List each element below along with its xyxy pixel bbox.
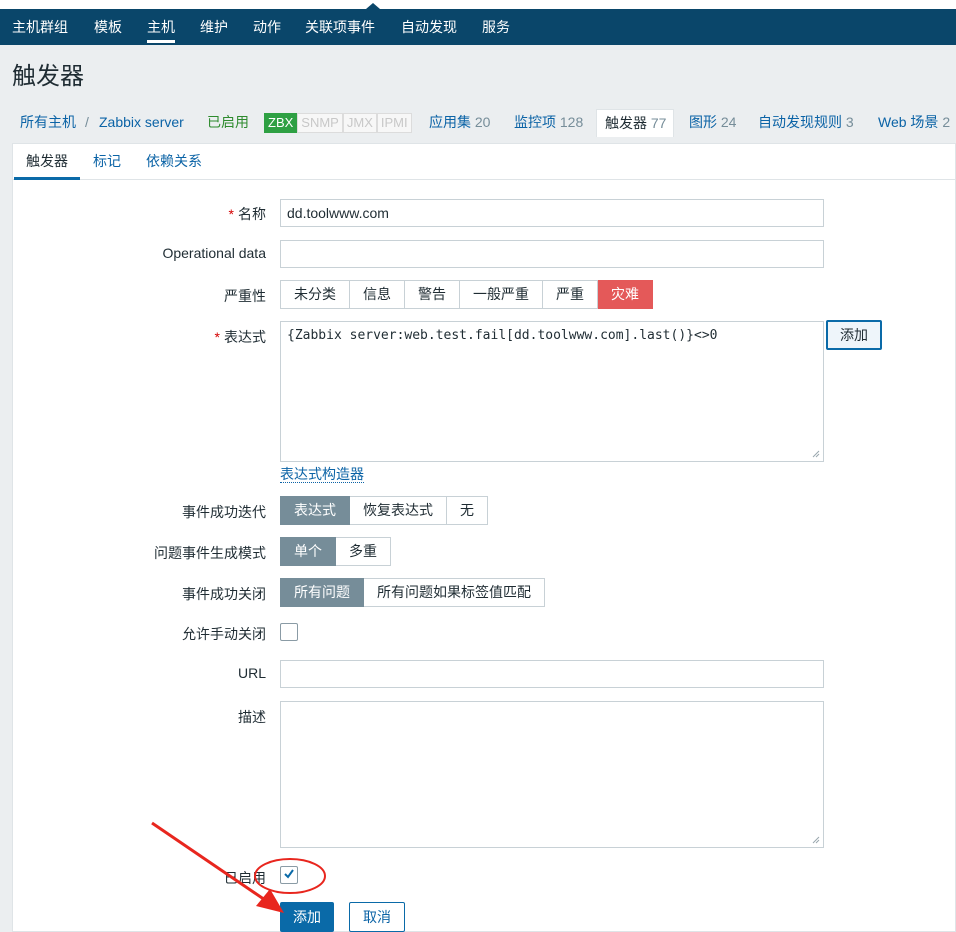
applications-link[interactable]: 应用集 20 bbox=[429, 103, 490, 141]
checkmark-icon bbox=[284, 869, 294, 879]
enabled-checkbox[interactable] bbox=[280, 866, 298, 884]
description-label: 描述 bbox=[238, 709, 266, 725]
discovery-rules-link[interactable]: 自动发现规则 3 bbox=[758, 103, 854, 141]
severity-selector: 未分类 信息 警告 一般严重 严重 灾难 bbox=[280, 280, 653, 309]
description-resize-grip-icon[interactable] bbox=[812, 836, 820, 844]
page-title: 触发器 bbox=[12, 63, 84, 90]
snmp-badge: SNMP bbox=[297, 113, 343, 133]
web-scenarios-link[interactable]: Web 场景 2 bbox=[878, 103, 950, 141]
tab-dependencies[interactable]: 依赖关系 bbox=[146, 144, 202, 180]
ok-event-closes-selector: 所有问题 所有问题如果标签值匹配 bbox=[280, 578, 545, 607]
host-status[interactable]: 已启用 bbox=[207, 103, 249, 141]
severity-not-classified[interactable]: 未分类 bbox=[280, 280, 350, 309]
all-hosts-link[interactable]: 所有主机 bbox=[20, 103, 76, 141]
expression-textarea[interactable]: {Zabbix server:web.test.fail[dd.toolwww.… bbox=[280, 321, 824, 462]
problem-mode-single[interactable]: 单个 bbox=[280, 537, 336, 566]
description-textarea[interactable] bbox=[280, 701, 824, 848]
nav-actions[interactable]: 动作 bbox=[253, 9, 281, 45]
availability-badges: ZBX SNMP JMX IPMI bbox=[264, 113, 412, 133]
cancel-button[interactable]: 取消 bbox=[349, 902, 405, 932]
nav-hosts[interactable]: 主机 bbox=[147, 9, 175, 45]
url-label: URL bbox=[237, 665, 266, 681]
manual-close-label: 允许手动关闭 bbox=[182, 626, 266, 642]
severity-average[interactable]: 一般严重 bbox=[460, 280, 543, 309]
operational-data-label: Operational data bbox=[162, 245, 266, 261]
expression-label: * 表达式 bbox=[214, 329, 266, 345]
enabled-label: 已启用 bbox=[224, 870, 266, 886]
top-strip bbox=[0, 0, 956, 9]
operational-data-input[interactable] bbox=[280, 240, 824, 268]
severity-label: 严重性 bbox=[224, 288, 266, 304]
name-label: * 名称 bbox=[228, 206, 266, 222]
ipmi-badge: IPMI bbox=[376, 113, 412, 133]
jmx-badge: JMX bbox=[342, 113, 377, 133]
nav-discovery[interactable]: 自动发现 bbox=[401, 9, 457, 45]
problem-mode-multiple[interactable]: 多重 bbox=[336, 537, 391, 566]
severity-warning[interactable]: 警告 bbox=[405, 280, 460, 309]
ok-closes-tag-match[interactable]: 所有问题如果标签值匹配 bbox=[364, 578, 545, 607]
expression-resize-grip-icon[interactable] bbox=[812, 450, 820, 458]
zbx-badge: ZBX bbox=[264, 113, 298, 133]
trigger-form-panel: 触发器 标记 依赖关系 *名称 Operational data 严重性 未分类… bbox=[12, 143, 956, 932]
expression-add-button[interactable]: 添加 bbox=[826, 320, 882, 350]
triggers-current-tab[interactable]: 触发器 77 bbox=[596, 109, 674, 137]
nav-services[interactable]: 服务 bbox=[482, 9, 510, 45]
ok-event-expression[interactable]: 表达式 bbox=[280, 496, 350, 525]
severity-high[interactable]: 严重 bbox=[543, 280, 598, 309]
name-input[interactable] bbox=[280, 199, 824, 227]
submit-add-button[interactable]: 添加 bbox=[280, 902, 334, 932]
nav-event-correlation[interactable]: 关联项事件 bbox=[305, 9, 375, 45]
ok-event-recovery-expression[interactable]: 恢复表达式 bbox=[350, 496, 447, 525]
ok-event-generation-selector: 表达式 恢复表达式 无 bbox=[280, 496, 488, 525]
items-link[interactable]: 监控项 128 bbox=[514, 103, 583, 141]
url-input[interactable] bbox=[280, 660, 824, 688]
host-link[interactable]: Zabbix server bbox=[99, 103, 184, 141]
breadcrumb-separator: / bbox=[85, 114, 89, 130]
problem-mode-label: 问题事件生成模式 bbox=[154, 545, 266, 561]
expression-builder-link[interactable]: 表达式构造器 bbox=[280, 466, 364, 483]
nav-host-groups[interactable]: 主机群组 bbox=[12, 9, 68, 45]
manual-close-checkbox[interactable] bbox=[280, 623, 298, 641]
severity-information[interactable]: 信息 bbox=[350, 280, 405, 309]
severity-disaster[interactable]: 灾难 bbox=[598, 280, 653, 309]
problem-mode-selector: 单个 多重 bbox=[280, 537, 391, 566]
ok-event-generation-label: 事件成功迭代 bbox=[182, 504, 266, 520]
top-navigation: 主机群组 模板 主机 维护 动作 关联项事件 自动发现 服务 bbox=[0, 9, 956, 45]
ok-event-closes-label: 事件成功关闭 bbox=[182, 586, 266, 602]
tab-tags[interactable]: 标记 bbox=[93, 144, 121, 180]
tab-trigger[interactable]: 触发器 bbox=[14, 144, 80, 180]
host-breadcrumb-bar: 所有主机 / Zabbix server 已启用 ZBX SNMP JMX IP… bbox=[0, 103, 956, 141]
ok-closes-all-problems[interactable]: 所有问题 bbox=[280, 578, 364, 607]
nav-templates[interactable]: 模板 bbox=[94, 9, 122, 45]
form-tabs: 触发器 标记 依赖关系 bbox=[13, 144, 955, 180]
graphs-link[interactable]: 图形 24 bbox=[689, 103, 736, 141]
ok-event-none[interactable]: 无 bbox=[447, 496, 488, 525]
nav-maintenance[interactable]: 维护 bbox=[200, 9, 228, 45]
